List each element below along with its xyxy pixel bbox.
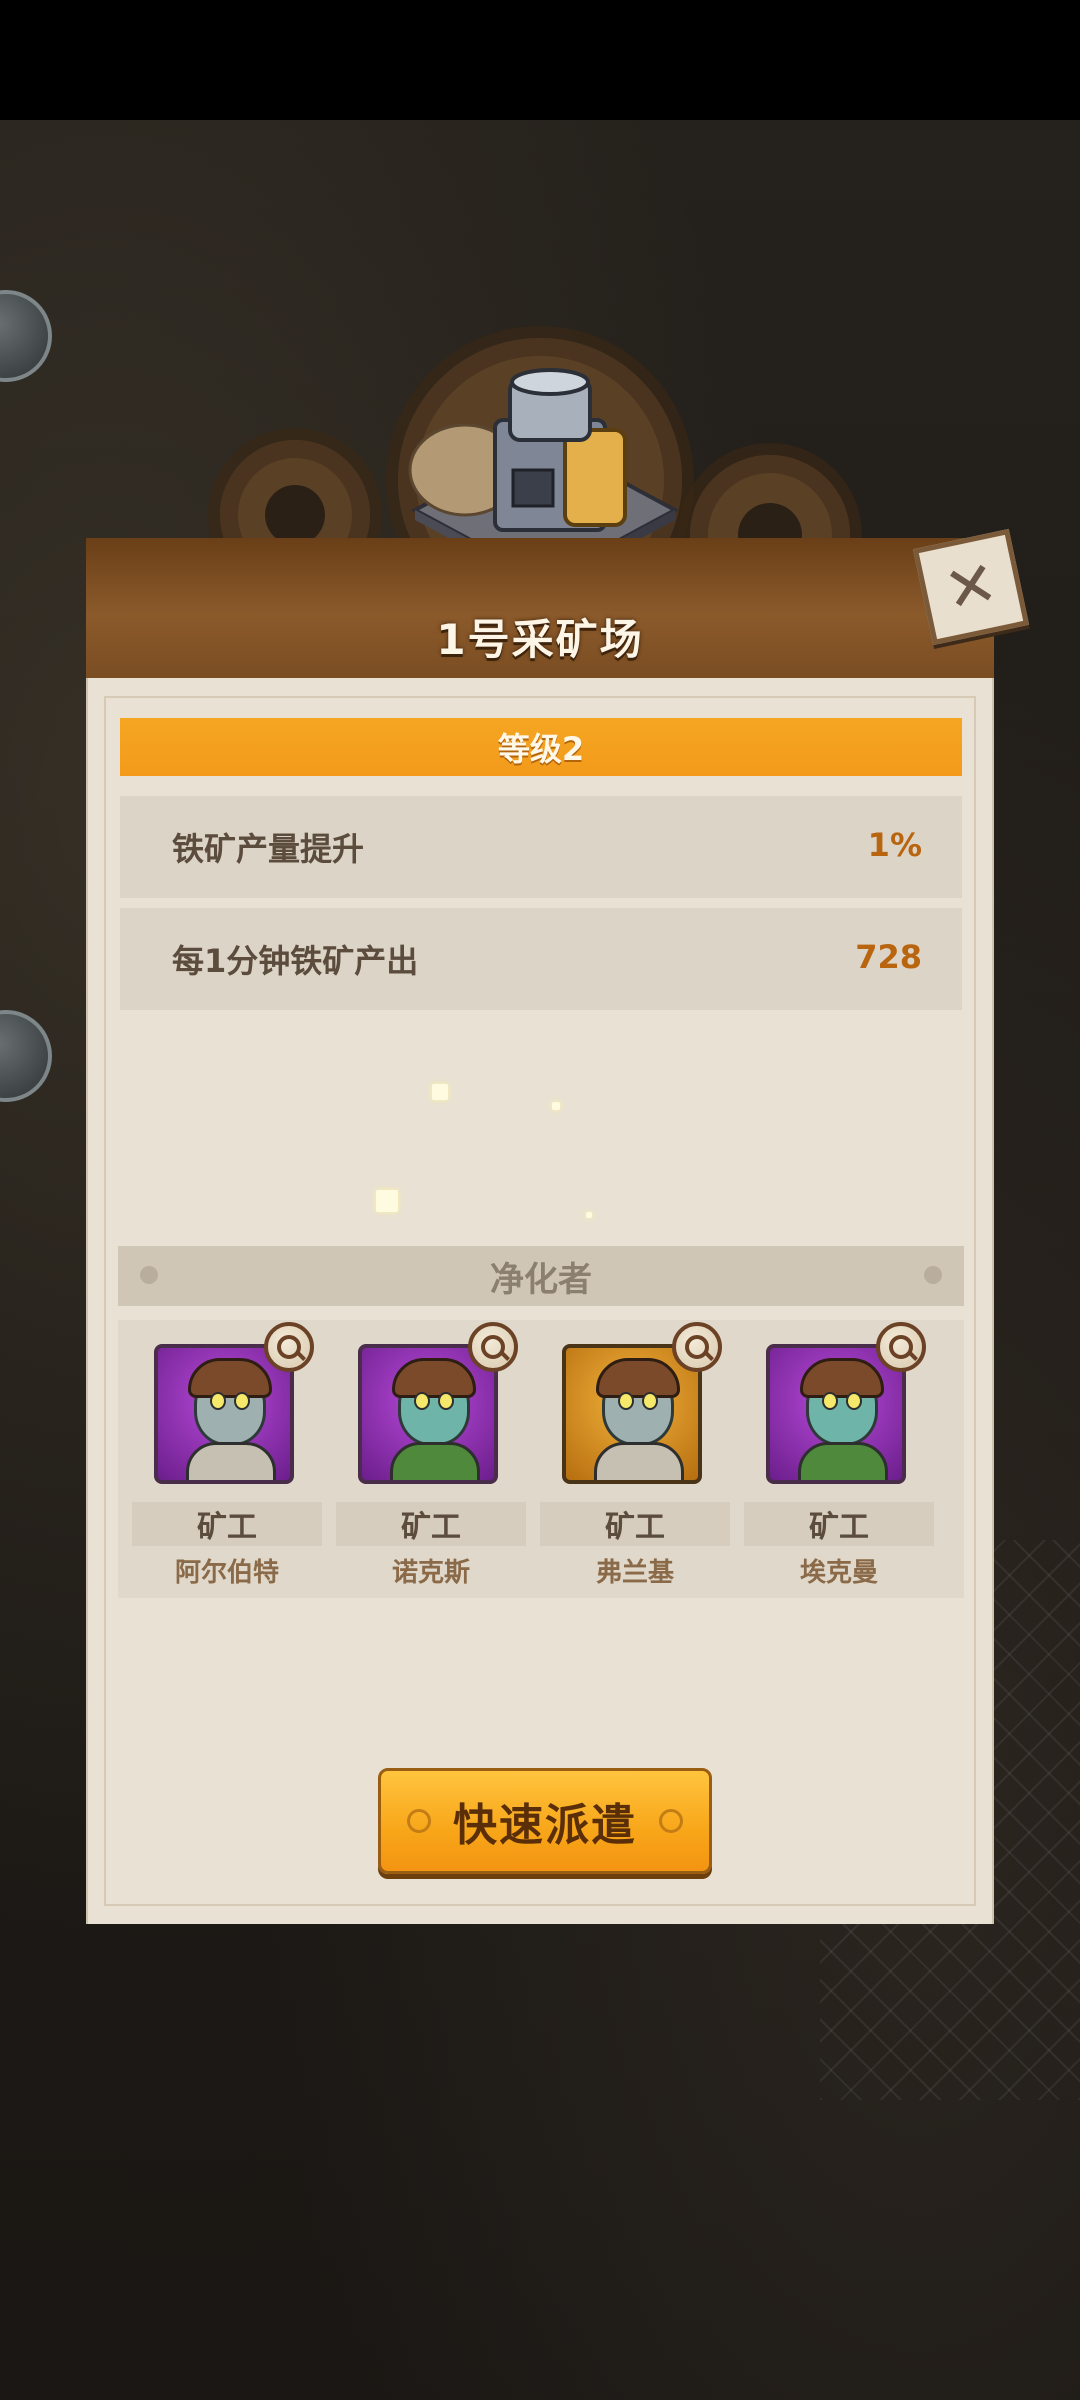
- stat-label: 铁矿产量提升: [172, 830, 365, 868]
- inspect-button[interactable]: [264, 1322, 314, 1372]
- worker-eye: [846, 1392, 862, 1410]
- close-button[interactable]: ✕: [912, 528, 1030, 646]
- sparkle: [552, 1102, 560, 1110]
- inspect-button[interactable]: [876, 1322, 926, 1372]
- worker-body: [186, 1442, 276, 1480]
- stat-row: 每1分钟铁矿产出 728: [120, 908, 962, 1010]
- worker-body: [390, 1442, 480, 1480]
- worker-hair: [596, 1358, 680, 1398]
- sparkle: [432, 1084, 448, 1100]
- status-bar: [0, 0, 1080, 120]
- button-ornament-right: [659, 1809, 683, 1833]
- worker-role: 矿工: [605, 1510, 665, 1545]
- worker-role-tag: 矿工: [744, 1502, 934, 1546]
- section-title: 净化者: [490, 1259, 592, 1300]
- panel-body: 等级2 铁矿产量提升 1% 每1分钟铁矿产出 728 净化者 矿工 阿尔伯特 矿…: [86, 678, 994, 1924]
- worker-role-tag: 矿工: [132, 1502, 322, 1546]
- stat-value: 728: [855, 938, 922, 976]
- magnifier-icon: [889, 1335, 913, 1359]
- building-info-panel: 1号采矿场 ✕ 等级2 铁矿产量提升 1% 每1分钟铁矿产出 728 净化者 矿…: [86, 528, 1030, 1924]
- sparkle: [586, 1212, 592, 1218]
- stat-row: 铁矿产量提升 1%: [120, 796, 962, 898]
- worker-eye: [234, 1392, 250, 1410]
- worker-name: 阿尔伯特: [174, 1558, 279, 1588]
- section-dot-right: [924, 1266, 942, 1284]
- inspect-button[interactable]: [672, 1322, 722, 1372]
- worker-eye: [438, 1392, 454, 1410]
- worker-eye: [210, 1392, 226, 1410]
- magnifier-icon: [685, 1335, 709, 1359]
- sparkle: [376, 1190, 398, 1212]
- panel-header: 1号采矿场: [86, 538, 994, 678]
- worker-card[interactable]: 矿工 诺克斯: [336, 1322, 526, 1594]
- worker-hair: [188, 1358, 272, 1398]
- inspect-button[interactable]: [468, 1322, 518, 1372]
- worker-role-tag: 矿工: [336, 1502, 526, 1546]
- stat-label: 每1分钟铁矿产出: [172, 942, 419, 980]
- side-menu-button-2[interactable]: [0, 1010, 52, 1102]
- magnifier-icon: [481, 1335, 505, 1359]
- worker-card[interactable]: 矿工 弗兰基: [540, 1322, 730, 1594]
- side-menu-button[interactable]: [0, 290, 52, 382]
- button-ornament-left: [407, 1809, 431, 1833]
- quick-dispatch-button[interactable]: 快速派遣: [378, 1768, 712, 1874]
- worker-hair: [392, 1358, 476, 1398]
- worker-body: [798, 1442, 888, 1480]
- stat-value: 1%: [867, 826, 922, 864]
- worker-eye: [414, 1392, 430, 1410]
- building-title: 1号采矿场: [436, 615, 644, 664]
- section-header: 净化者: [118, 1246, 964, 1306]
- close-icon: ✕: [937, 545, 1004, 628]
- worker-name: 诺克斯: [391, 1558, 470, 1588]
- worker-role: 矿工: [197, 1510, 257, 1545]
- level-label: 等级2: [497, 730, 585, 768]
- worker-hair: [800, 1358, 884, 1398]
- worker-body: [594, 1442, 684, 1480]
- worker-eye: [822, 1392, 838, 1410]
- worker-role: 矿工: [401, 1510, 461, 1545]
- worker-eye: [642, 1392, 658, 1410]
- worker-role-tag: 矿工: [540, 1502, 730, 1546]
- worker-name: 埃克曼: [799, 1558, 878, 1588]
- worker-card[interactable]: 矿工 埃克曼: [744, 1322, 934, 1594]
- worker-name: 弗兰基: [595, 1558, 674, 1588]
- worker-role: 矿工: [809, 1510, 869, 1545]
- worker-eye: [618, 1392, 634, 1410]
- dispatch-label: 快速派遣: [453, 1800, 637, 1851]
- worker-list: 矿工 阿尔伯特 矿工 诺克斯 矿工 弗兰基 矿工 埃克曼: [118, 1320, 964, 1598]
- worker-card[interactable]: 矿工 阿尔伯特: [132, 1322, 322, 1594]
- section-dot-left: [140, 1266, 158, 1284]
- level-bar: 等级2: [120, 718, 962, 776]
- magnifier-icon: [277, 1335, 301, 1359]
